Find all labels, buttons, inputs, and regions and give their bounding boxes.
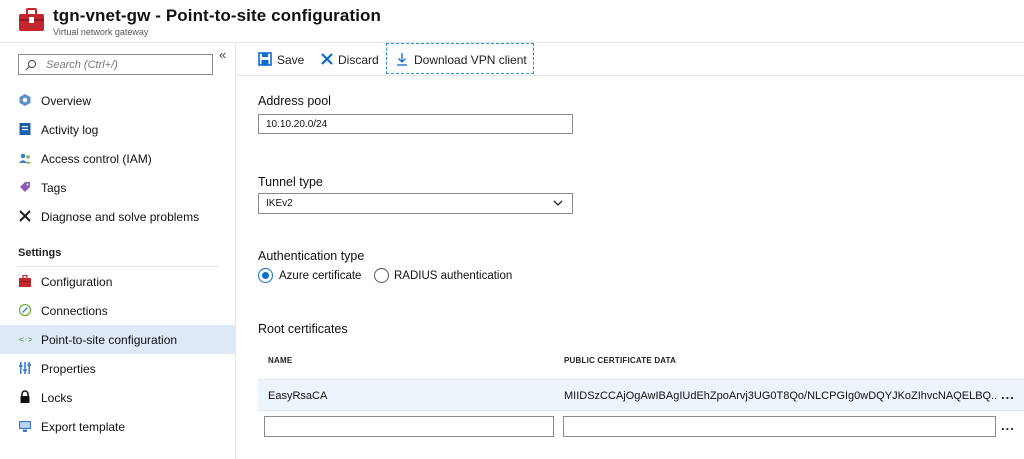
download-icon	[397, 53, 407, 66]
export-template-icon	[19, 421, 31, 432]
sidebar-item-tags[interactable]: Tags	[0, 173, 236, 202]
blade-header: tgn-vnet-gw - Point-to-site configuratio…	[0, 0, 1024, 43]
sidebar-item-point-to-site[interactable]: <·> Point-to-site configuration	[0, 325, 236, 354]
iam-icon	[19, 153, 31, 164]
sidebar-item-activity-log[interactable]: Activity log	[0, 115, 236, 144]
certificate-data-cell: MIIDSzCCAjOgAwIBAgIUdEhZpoArvj3UG0T8Qo/N…	[564, 390, 996, 402]
command-bar: Save Discard Download VPN client	[237, 43, 1024, 76]
connections-icon	[18, 303, 32, 317]
radius-authentication-radio[interactable]	[374, 268, 389, 283]
sidebar-item-diagnose[interactable]: Diagnose and solve problems	[0, 202, 236, 231]
sidebar-item-iam[interactable]: Access control (IAM)	[0, 144, 236, 173]
sidebar-item-label: Locks	[41, 391, 73, 405]
sidebar-item-label: Overview	[41, 94, 92, 108]
lock-icon	[20, 390, 30, 403]
sidebar-item-label: Point-to-site configuration	[41, 333, 178, 347]
page-title: tgn-vnet-gw - Point-to-site configuratio…	[53, 6, 381, 25]
close-icon	[321, 53, 333, 65]
new-certificate-data-input[interactable]	[563, 416, 996, 437]
properties-icon	[19, 362, 31, 374]
new-certificate-name-input[interactable]	[264, 416, 554, 437]
sidebar-item-overview[interactable]: Overview	[0, 86, 236, 115]
auth-type-label: Authentication type	[258, 249, 365, 263]
discard-button[interactable]: Discard	[319, 43, 381, 76]
sidebar-item-export-template[interactable]: Export template	[0, 412, 236, 441]
wrench-icon	[19, 210, 31, 222]
settings-section-label: Settings	[18, 247, 62, 259]
sidebar-item-label: Connections	[41, 304, 108, 318]
page-subtitle: Virtual network gateway	[53, 27, 149, 37]
address-pool-input[interactable]: 10.10.20.0/24	[258, 114, 573, 134]
sidebar-item-label: Access control (IAM)	[41, 152, 152, 166]
tunnel-type-label: Tunnel type	[258, 175, 323, 189]
sidebar: « Search (Ctrl+/) Overview Activity log …	[0, 43, 236, 459]
table-row[interactable]: EasyRsaCA MIIDSzCCAjOgAwIBAgIUdEhZpoArvj…	[258, 379, 1024, 411]
sidebar-item-label: Activity log	[41, 123, 99, 137]
row-more-button[interactable]: ...	[1001, 387, 1015, 402]
save-button[interactable]: Save	[257, 43, 305, 76]
tag-icon	[20, 182, 30, 192]
address-pool-label: Address pool	[258, 94, 331, 108]
search-placeholder: Search (Ctrl+/)	[46, 59, 118, 71]
configuration-icon	[19, 274, 31, 287]
download-vpn-client-button[interactable]: Download VPN client	[386, 43, 534, 74]
radius-authentication-label: RADIUS authentication	[394, 270, 513, 282]
point-to-site-icon: <·>	[18, 335, 32, 344]
azure-certificate-radio[interactable]	[258, 268, 273, 283]
root-certificates-label: Root certificates	[258, 322, 348, 336]
tunnel-type-select[interactable]: IKEv2	[258, 193, 573, 214]
chevron-down-icon	[553, 200, 563, 206]
save-icon	[258, 52, 272, 66]
search-icon	[25, 59, 37, 71]
sidebar-item-label: Export template	[41, 420, 126, 434]
svg-text:<·>: <·>	[18, 335, 32, 344]
column-header-certificate-data: PUBLIC CERTIFICATE DATA	[564, 356, 677, 365]
overview-icon	[19, 94, 31, 106]
sidebar-item-label: Configuration	[41, 275, 113, 289]
tunnel-type-value: IKEv2	[266, 198, 293, 209]
new-row-more-button[interactable]: ...	[1001, 418, 1015, 433]
sidebar-item-label: Diagnose and solve problems	[41, 210, 200, 224]
sidebar-item-connections[interactable]: Connections	[0, 296, 236, 325]
sidebar-item-configuration[interactable]: Configuration	[0, 267, 236, 296]
sidebar-item-label: Tags	[41, 181, 67, 195]
vpn-gateway-icon	[19, 8, 44, 31]
collapse-sidebar-button[interactable]: «	[219, 47, 226, 62]
sidebar-item-properties[interactable]: Properties	[0, 354, 236, 383]
certificate-name-cell: EasyRsaCA	[268, 390, 328, 402]
search-input[interactable]: Search (Ctrl+/)	[18, 54, 213, 75]
azure-certificate-label: Azure certificate	[279, 270, 362, 282]
activity-log-icon	[19, 123, 31, 135]
sidebar-item-label: Properties	[41, 362, 96, 376]
column-header-name: NAME	[268, 356, 293, 365]
sidebar-item-locks[interactable]: Locks	[0, 383, 236, 412]
